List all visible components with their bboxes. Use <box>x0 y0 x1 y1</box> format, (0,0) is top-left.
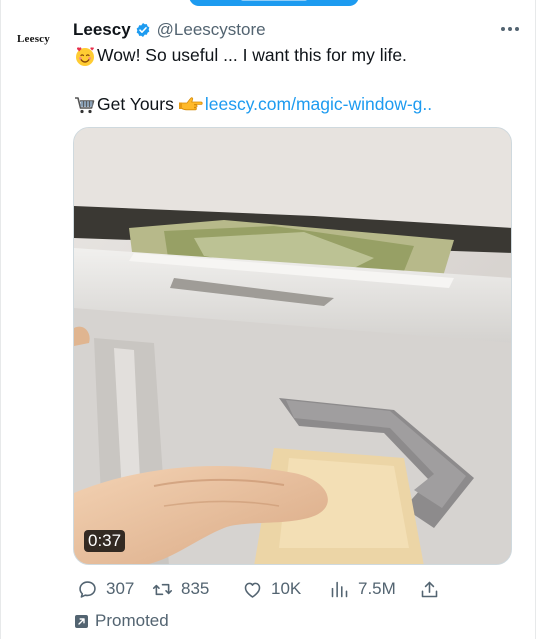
tweet-text-main: Wow! So useful ... I want this for my li… <box>97 45 407 65</box>
new-posts-pill-content <box>241 0 307 1</box>
more-options-icon[interactable] <box>499 20 521 38</box>
user-handle[interactable]: @Leescystore <box>157 20 266 40</box>
views-button[interactable]: 7.5M <box>329 579 396 600</box>
reply-count: 307 <box>106 579 135 598</box>
display-name[interactable]: Leescy <box>73 20 131 40</box>
tweet-actions: 307 835 10K 7.5M <box>73 576 453 602</box>
like-count: 10K <box>271 579 302 598</box>
share-icon <box>421 581 438 597</box>
new-posts-pill[interactable] <box>189 0 359 6</box>
reply-icon <box>79 580 96 598</box>
retweet-count: 835 <box>181 579 210 598</box>
smiling-hearts-emoji-icon <box>73 45 97 67</box>
tweet-header: Leescy @Leescystore <box>73 18 266 42</box>
video-player[interactable]: 0:37 <box>73 127 512 565</box>
tweet-text-line-1: Wow! So useful ... I want this for my li… <box>73 43 513 68</box>
like-icon <box>244 582 261 598</box>
retweet-icon <box>152 583 173 595</box>
tweet-text-spacer <box>73 68 513 92</box>
like-button[interactable]: 10K <box>242 579 301 600</box>
get-yours-text: Get Yours <box>97 94 174 114</box>
views-icon <box>331 581 348 597</box>
video-duration: 0:37 <box>84 530 126 552</box>
video-thumbnail <box>74 128 511 564</box>
reply-button[interactable]: 307 <box>77 579 134 600</box>
verified-badge-icon <box>135 22 151 38</box>
pointing-hand-emoji-icon <box>178 94 203 116</box>
tweet-text: Wow! So useful ... I want this for my li… <box>73 43 513 117</box>
promoted-icon <box>75 614 88 628</box>
views-count: 7.5M <box>358 579 396 598</box>
retweet-button[interactable]: 835 <box>152 579 209 600</box>
promoted-text: Promoted <box>95 611 169 630</box>
product-link[interactable]: leescy.com/magic-window-g.. <box>205 92 432 117</box>
avatar-logo-text: Leescy <box>17 33 50 45</box>
shopping-cart-emoji-icon <box>73 94 97 116</box>
share-button[interactable] <box>419 579 440 600</box>
avatar[interactable]: Leescy <box>17 26 65 52</box>
promoted-label: Promoted <box>75 611 169 631</box>
tweet-text-line-2: Get Yours leescy.com/magic-window-g.. <box>73 92 513 117</box>
tweet-card[interactable]: Leescy Leescy @Leescystore Wow! So usefu… <box>0 0 536 639</box>
